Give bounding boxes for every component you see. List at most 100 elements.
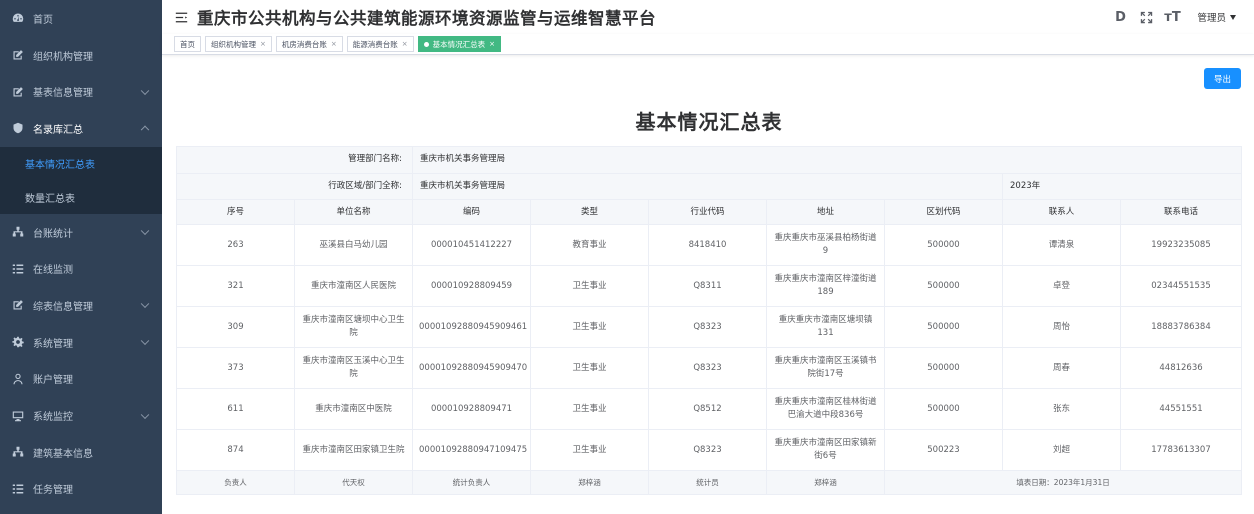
sidebar-item-ledger-stats[interactable]: 台账统计 [0, 214, 162, 251]
table-cell: 44812636 [1119, 347, 1243, 389]
footer-cell: 代天权 [294, 470, 413, 495]
sidebar-item-home[interactable]: 首页 [0, 0, 162, 37]
column-header: 类型 [530, 199, 649, 225]
table-cell: 44551551 [1119, 388, 1243, 430]
submenu-directory: 基本情况汇总表 数量汇总表 [0, 146, 162, 214]
table-cell: 18883786384 [1119, 306, 1243, 348]
user-menu[interactable]: 管理员 [1197, 10, 1236, 24]
dept-value: 重庆市机关事务管理局 [411, 146, 1243, 174]
tag-energy-ledger[interactable]: 能源消费台账 × [346, 36, 414, 52]
tag-home[interactable]: 首页 [174, 36, 201, 52]
sidebar-item-task[interactable]: 任务管理 [0, 471, 162, 508]
table-cell: 周春 [1002, 347, 1121, 389]
edit-icon [11, 298, 25, 312]
sidebar-item-label: 首页 [33, 14, 53, 26]
footer-cell: 负责人 [176, 470, 295, 495]
document-icon[interactable]: D [1113, 10, 1127, 25]
table-cell: 500000 [884, 306, 1003, 348]
table-cell: 000010928809459 [412, 265, 531, 307]
sidebar-item-building-info[interactable]: 建筑基本信息 [0, 434, 162, 471]
sidebar-item-label: 综表信息管理 [33, 301, 93, 313]
table-cell: 张东 [1002, 388, 1121, 430]
table-cell: 500000 [884, 388, 1003, 430]
report-title: 基本情况汇总表 [635, 110, 783, 134]
table-cell: 000010928809471 [412, 388, 531, 430]
table-cell: 重庆市潼南区中医院 [294, 388, 413, 430]
table-row: 309 重庆市潼南区塘坝中心卫生院 00001092880945909461 卫生事业… [176, 306, 1243, 348]
table-cell: 重庆重庆市潼南区玉溪镇书院街17号 [766, 347, 885, 389]
table-cell: 00001092880945909470 [412, 347, 531, 389]
footer-cell: 统计负责人 [412, 470, 531, 495]
sidebar-item-sys-monitor[interactable]: 系统监控 [0, 397, 162, 434]
table-cell: 00001092880947109475 [412, 429, 531, 471]
chevron-down-icon [140, 86, 150, 95]
table-cell: 卫生事业 [530, 306, 649, 348]
table-cell: 重庆重庆市潼南区梓潼街道189 [766, 265, 885, 307]
sidebar-item-online-monitor[interactable]: 在线监测 [0, 250, 162, 287]
dashboard-icon [11, 11, 25, 25]
chevron-down-icon [140, 226, 150, 236]
table-footer-row: 负责人 代天权 统计负责人 郑梓涵 统计员 郑梓涵 填表日期：2023年1月31… [176, 470, 1243, 495]
table-cell: 重庆市潼南区塘坝中心卫生院 [294, 306, 413, 348]
fullscreen-icon[interactable] [1139, 10, 1153, 24]
sidebar-item-label: 任务管理 [33, 485, 73, 497]
sidebar-item-system[interactable]: 系统管理 [0, 324, 162, 361]
sidebar-item-base-info[interactable]: 基表信息管理 [0, 73, 162, 110]
sidebar-item-label: 基表信息管理 [33, 88, 93, 100]
table-cell: 000010451412227 [412, 224, 531, 266]
tag-org-management[interactable]: 组织机构管理 × [205, 36, 272, 52]
edit-icon [11, 85, 25, 99]
font-size-icon[interactable]: тT [1164, 10, 1180, 25]
sidebar-item-label: 在线监测 [33, 265, 73, 277]
table-cell: 重庆重庆市巫溪县柏杨街道9 [766, 224, 885, 266]
dept-label: 管理部门名称: [176, 146, 413, 174]
table-cell: 重庆重庆市潼南区田家镇新街6号 [766, 429, 885, 471]
sidebar-subitem-basic-summary[interactable]: 基本情况汇总表 [0, 147, 162, 181]
shield-icon [11, 121, 25, 135]
table-cell: 309 [176, 306, 295, 348]
table-cell: 8418410 [648, 224, 767, 266]
table-cell: 教育事业 [530, 224, 649, 266]
table-cell: 321 [176, 265, 295, 307]
table-cell: 重庆市潼南区人民医院 [294, 265, 413, 307]
table-cell: 卫生事业 [530, 429, 649, 471]
close-icon[interactable]: × [489, 40, 495, 48]
region-value: 重庆市机关事务管理局 [412, 172, 1003, 200]
header-toolbar: D тT 管理员 [1113, 0, 1236, 34]
tag-server-room-ledger[interactable]: 机房消费台账 × [275, 36, 343, 52]
column-header: 地址 [766, 199, 885, 225]
sidebar-subitem-quantity-summary[interactable]: 数量汇总表 [0, 180, 162, 214]
table-body: 263 巫溪县白马幼儿园 000010451412227 教育事业 8418410 重庆重… [176, 224, 1243, 471]
tag-basic-summary[interactable]: 基本情况汇总表 × [417, 36, 501, 52]
table-cell: 611 [176, 388, 295, 430]
table-cell: 263 [176, 224, 295, 266]
tag-label: 能源消费台账 [352, 39, 398, 49]
sidebar-item-account[interactable]: 账户管理 [0, 361, 162, 398]
column-header: 编码 [412, 199, 531, 225]
gear-icon [11, 335, 25, 349]
sidebar-item-directory[interactable]: 名录库汇总 [0, 110, 162, 147]
column-header: 联系人 [1002, 199, 1121, 225]
column-header: 行业代码 [648, 199, 767, 225]
table-cell: 02344551535 [1119, 265, 1243, 307]
sidebar-item-org[interactable]: 组织机构管理 [0, 37, 162, 74]
tags-view: 首页 组织机构管理 × 机房消费台账 × 能源消费台账 × 基本情况汇总表 × [162, 34, 1254, 55]
close-icon[interactable]: × [260, 40, 266, 48]
chevron-down-icon [140, 336, 150, 346]
footer-cell: 郑梓涵 [530, 470, 649, 495]
table-cell: Q8323 [648, 429, 767, 471]
table-cell: 00001092880945909461 [412, 306, 531, 348]
hamburger-icon[interactable] [174, 10, 188, 24]
table-cell: 874 [176, 429, 295, 471]
table-cell: 重庆市潼南区玉溪中心卫生院 [294, 347, 413, 389]
table-cell: Q8311 [648, 265, 767, 307]
table-cell: 重庆重庆市潼南区塘坝镇131 [766, 306, 885, 348]
sidebar-item-composite-info[interactable]: 综表信息管理 [0, 287, 162, 324]
export-button[interactable]: 导出 [1204, 68, 1241, 89]
table-cell: 19923235085 [1119, 224, 1243, 266]
close-icon[interactable]: × [331, 40, 337, 48]
footer-cell: 郑梓涵 [766, 470, 885, 495]
table-cell: 500000 [884, 347, 1003, 389]
table-row: 874 重庆市潼南区田家镇卫生院 00001092880947109475 卫生事业 Q… [176, 429, 1243, 471]
close-icon[interactable]: × [402, 40, 408, 48]
